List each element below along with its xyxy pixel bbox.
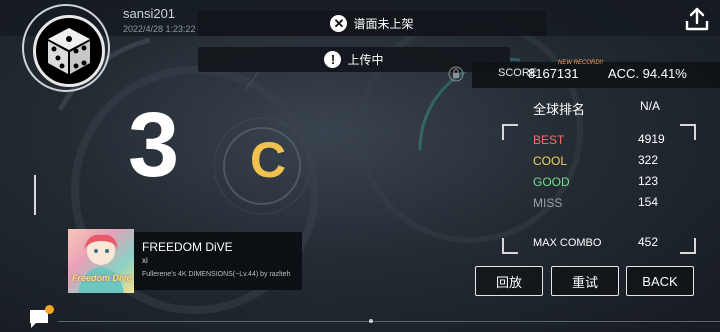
rank-number: 3 bbox=[128, 94, 179, 196]
song-cover: Freedom Dive bbox=[68, 229, 134, 293]
avatar[interactable] bbox=[33, 15, 105, 87]
bottom-divider bbox=[58, 321, 720, 322]
cover-art bbox=[78, 234, 124, 293]
max-combo-value: 452 bbox=[638, 235, 659, 249]
notification-dot bbox=[45, 305, 54, 314]
miss-label: MISS bbox=[533, 196, 563, 210]
score-value: 8167131 bbox=[528, 66, 579, 81]
cover-title: Freedom Dive bbox=[72, 273, 132, 283]
best-value: 4919 bbox=[638, 132, 665, 146]
global-rank-value: N/A bbox=[640, 99, 661, 113]
bracket-top-left bbox=[502, 124, 518, 140]
dice-icon bbox=[48, 28, 90, 74]
close-circle-icon: ✕ bbox=[330, 15, 348, 32]
play-datetime: 2022/4/28 1:23:22 bbox=[123, 24, 196, 34]
back-button[interactable]: BACK bbox=[626, 266, 694, 296]
good-label: GOOD bbox=[533, 175, 570, 189]
grade-letter: C bbox=[250, 132, 287, 188]
global-rank-label: 全球排名 bbox=[533, 102, 586, 117]
share-icon[interactable] bbox=[684, 6, 710, 32]
username: sansi201 bbox=[123, 6, 176, 21]
bracket-bottom-left bbox=[502, 238, 518, 254]
upload-status-text: 上传中 bbox=[347, 53, 384, 67]
replay-button[interactable]: 回放 bbox=[475, 266, 543, 296]
exclamation-circle-icon: ! bbox=[324, 51, 342, 68]
chart-status-notice: ✕ 谱面未上架 bbox=[198, 11, 546, 36]
lock-icon bbox=[448, 66, 464, 82]
retry-button[interactable]: 重试 bbox=[551, 266, 619, 296]
max-combo-label: MAX COMBO bbox=[533, 237, 602, 249]
best-label: BEST bbox=[533, 133, 565, 147]
cool-label: COOL bbox=[533, 154, 568, 168]
bracket-top-right bbox=[680, 124, 696, 140]
cool-value: 322 bbox=[638, 153, 659, 167]
bracket-bottom-right bbox=[680, 238, 696, 254]
accuracy: ACC. 94.41% bbox=[608, 66, 687, 81]
page-indicator bbox=[369, 319, 373, 323]
miss-value: 154 bbox=[638, 195, 659, 209]
song-chart-info: Fullerene's 4K DIMENSIONS(~Lv.44) by raz… bbox=[142, 271, 291, 278]
song-artist: xi bbox=[142, 256, 148, 265]
good-value: 123 bbox=[638, 174, 659, 188]
song-title: FREEDOM DiVE bbox=[142, 240, 233, 254]
chart-status-text: 谱面未上架 bbox=[353, 17, 414, 31]
new-record-badge: NEW RECORD!! bbox=[558, 60, 603, 66]
